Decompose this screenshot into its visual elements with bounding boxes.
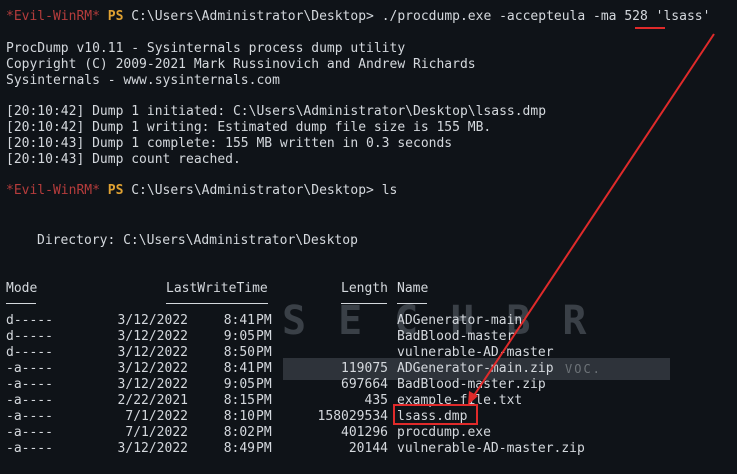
dump-log-line: [20:10:43] Dump count reached. xyxy=(6,152,241,167)
header-lastwritetime-rule xyxy=(166,303,268,304)
row-mode: d----- xyxy=(6,329,53,344)
row-mode: -a---- xyxy=(6,425,53,440)
row-length: 158029534 xyxy=(317,409,388,424)
row-ampm: PM xyxy=(256,441,272,456)
prompt-cwd: C:\Users\Administrator\Desktop> xyxy=(131,183,374,198)
prompt-cwd: C:\Users\Administrator\Desktop> xyxy=(131,9,374,24)
row-length: 697664 xyxy=(341,377,388,392)
lsass-highlight-box xyxy=(393,404,478,425)
row-ampm: PM xyxy=(256,361,272,376)
row-time: 9:05 xyxy=(223,329,255,344)
row-date: 3/12/2022 xyxy=(117,377,188,392)
dump-log-line: [20:10:42] Dump 1 initiated: C:\Users\Ad… xyxy=(6,104,547,119)
prompt-line-1: *Evil-WinRM* PS C:\Users\Administrator\D… xyxy=(6,9,710,25)
row-time: 8:50 xyxy=(223,345,255,360)
row-date: 7/1/2022 xyxy=(125,409,188,424)
row-mode: d----- xyxy=(6,345,53,360)
row-name: vulnerable-AD-master.zip xyxy=(397,441,585,456)
terminal-window[interactable]: SECHBR VOC. *Evil-WinRM* PS C:\Users\Adm… xyxy=(0,0,737,474)
row-time: 8:10 xyxy=(223,409,255,424)
row-ampm: PM xyxy=(256,377,272,392)
command-ls: ls xyxy=(381,183,398,198)
row-length: 435 xyxy=(364,393,388,408)
row-mode: d----- xyxy=(6,313,53,328)
prompt-line-2: *Evil-WinRM* PS C:\Users\Administrator\D… xyxy=(6,183,397,199)
banner-line: ProcDump v10.11 - Sysinternals process d… xyxy=(6,41,406,56)
row-date: 3/12/2022 xyxy=(117,313,188,328)
row-ampm: PM xyxy=(256,425,272,440)
row-time: 9:05 xyxy=(223,377,255,392)
pid-highlight-underline xyxy=(635,27,665,29)
row-time: 8:41 xyxy=(223,313,255,328)
command-pid: 528 xyxy=(624,9,648,24)
row-date: 3/12/2022 xyxy=(117,345,188,360)
row-name: procdump.exe xyxy=(397,425,491,440)
row-date: 2/22/2021 xyxy=(117,393,188,408)
row-mode: -a---- xyxy=(6,361,53,376)
row-name: ADGenerator-main xyxy=(397,313,523,328)
row-mode: -a---- xyxy=(6,409,53,424)
row-mode: -a---- xyxy=(6,377,53,392)
row-length xyxy=(300,345,388,361)
row-ampm: PM xyxy=(256,409,272,424)
row-mode: -a---- xyxy=(6,393,53,408)
row-time: 8:02 xyxy=(223,425,255,440)
header-mode-rule xyxy=(6,303,36,304)
header-length: Length xyxy=(341,281,388,296)
header-name: Name xyxy=(397,281,429,296)
header-lastwritetime: LastWriteTime xyxy=(166,281,268,296)
row-date: 3/12/2022 xyxy=(117,361,188,376)
prompt-tag: *Evil-WinRM* xyxy=(6,183,100,198)
header-mode: Mode xyxy=(6,281,38,296)
command-target: 'lsass' xyxy=(647,9,711,24)
header-length-rule xyxy=(341,303,387,304)
row-length: 119075 xyxy=(341,361,388,376)
watermark-subtext: VOC. xyxy=(565,362,602,376)
row-length: 20144 xyxy=(348,441,388,456)
header-name-rule xyxy=(397,303,427,304)
row-ampm: PM xyxy=(256,345,272,360)
banner-line: Copyright (C) 2009-2021 Mark Russinovich… xyxy=(6,57,476,72)
directory-heading: Directory: C:\Users\Administrator\Deskto… xyxy=(37,233,358,248)
row-date: 3/12/2022 xyxy=(117,441,188,456)
row-ampm: PM xyxy=(256,393,272,408)
dump-log-line: [20:10:42] Dump 1 writing: Estimated dum… xyxy=(6,120,492,135)
row-time: 8:41 xyxy=(223,361,255,376)
prompt-tag: *Evil-WinRM* xyxy=(6,9,100,24)
row-ampm: PM xyxy=(256,313,272,328)
row-name: BadBlood-master xyxy=(397,329,515,344)
row-name: ADGenerator-main.zip xyxy=(397,361,554,376)
row-length xyxy=(300,313,388,329)
row-mode: -a---- xyxy=(6,441,53,456)
row-name: vulnerable-AD-master xyxy=(397,345,554,360)
row-name: BadBlood-master.zip xyxy=(397,377,546,392)
row-time: 8:49 xyxy=(223,441,255,456)
prompt-ps: PS xyxy=(107,183,124,198)
prompt-ps: PS xyxy=(107,9,124,24)
row-date: 7/1/2022 xyxy=(125,425,188,440)
row-length: 401296 xyxy=(341,425,388,440)
row-ampm: PM xyxy=(256,329,272,344)
row-time: 8:15 xyxy=(223,393,255,408)
banner-line: Sysinternals - www.sysinternals.com xyxy=(6,73,280,88)
command-text: ./procdump.exe -accepteula -ma xyxy=(381,9,625,24)
row-length xyxy=(300,329,388,345)
dump-log-line: [20:10:43] Dump 1 complete: 155 MB writt… xyxy=(6,136,453,151)
row-date: 3/12/2022 xyxy=(117,329,188,344)
command-procdump: ./procdump.exe -accepteula -ma 528 'lsas… xyxy=(382,9,711,24)
